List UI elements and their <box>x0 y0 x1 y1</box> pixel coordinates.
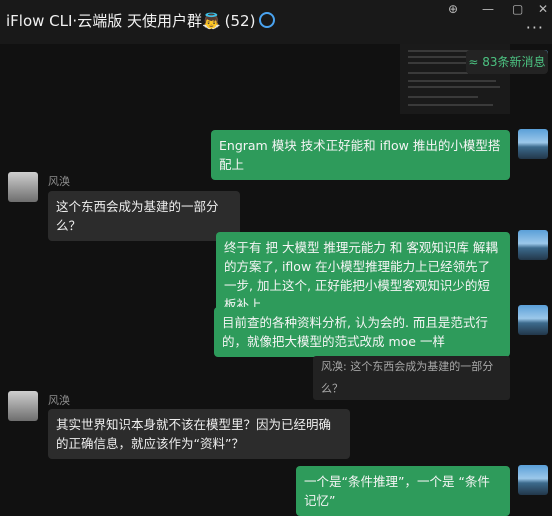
my-avatar[interactable] <box>518 230 548 260</box>
search-icon[interactable] <box>259 12 276 28</box>
minimize-icon[interactable]: — <box>482 2 494 16</box>
message-bubble-received[interactable]: 其实世界知识本身就不该在模型里？因为已经明确的正确信息，就应该作为“资料”？ <box>48 409 350 459</box>
message-bubble-sent[interactable]: 目前查的各种资料分析, 认为会的. 而且是范式行的，就像把大模型的范式改成 mo… <box>214 307 510 357</box>
new-messages-button[interactable]: ≈ 83条新消息 <box>466 50 548 74</box>
quoted-message[interactable]: 风涣: 这个东西会成为基建的一部分么？ <box>313 356 510 400</box>
my-avatar[interactable] <box>518 465 548 495</box>
more-options-icon[interactable]: ··· <box>526 18 544 37</box>
group-name: iFlow CLI·云端版 天使用户群👼 <box>6 12 221 30</box>
my-avatar[interactable] <box>518 305 548 335</box>
chat-title: iFlow CLI·云端版 天使用户群👼 (52) <box>6 10 276 31</box>
message-bubble-sent[interactable]: Engram 模块 技术正好能和 iflow 推出的小模型搭配上 <box>211 130 510 180</box>
maximize-icon[interactable]: ▢ <box>512 2 523 16</box>
message-bubble-sent[interactable]: 一个是“条件推理”，一个是 “条件记忆” <box>296 466 510 516</box>
sender-avatar[interactable] <box>8 391 38 421</box>
my-avatar[interactable] <box>518 129 548 159</box>
sender-name: 风涣 <box>48 175 70 188</box>
sender-name: 风涣 <box>48 394 70 407</box>
member-count: (52) <box>224 12 256 30</box>
title-bar: iFlow CLI·云端版 天使用户群👼 (52) ⊕ — ▢ ✕ ··· <box>0 0 552 44</box>
message-bubble-received[interactable]: 这个东西会成为基建的一部分么？ <box>48 191 240 241</box>
close-icon[interactable]: ✕ <box>538 2 548 16</box>
pin-icon[interactable]: ⊕ <box>448 2 458 16</box>
sender-avatar[interactable] <box>8 172 38 202</box>
